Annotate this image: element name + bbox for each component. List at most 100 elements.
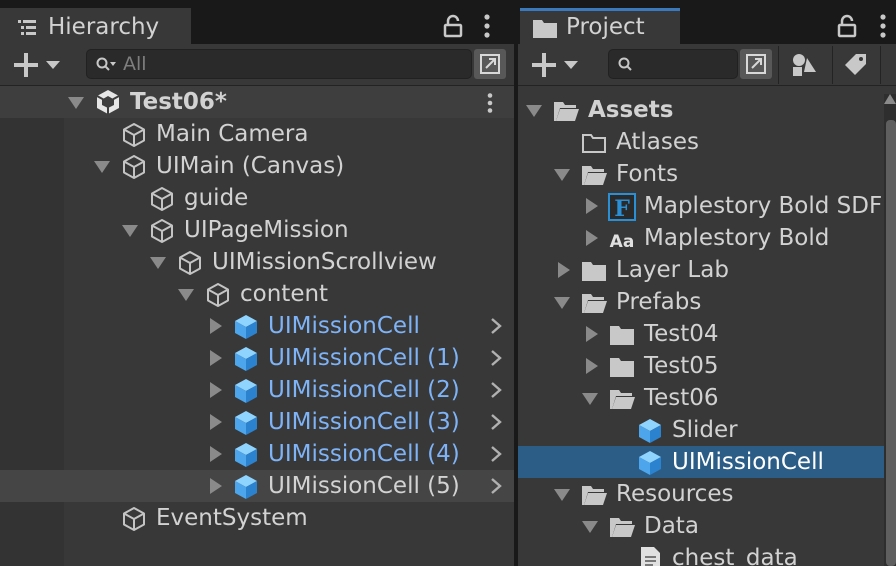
gameobject-cube-icon [123,123,145,147]
lock-icon[interactable] [836,14,858,38]
expand-arrow-icon[interactable] [68,97,84,109]
gameobject-cube-icon [151,219,173,243]
expand-arrow-right-icon[interactable] [210,414,222,430]
scroll-up-arrow-icon[interactable] [884,94,896,104]
prefab-cube-icon [235,411,257,435]
expand-arrow-down-icon[interactable] [94,161,110,173]
add-icon[interactable] [12,52,64,78]
expand-arrow-down-icon[interactable] [554,169,570,181]
expand-arrow-down-icon[interactable] [554,489,570,501]
lock-icon[interactable] [442,14,464,38]
project-item[interactable]: Slider [518,414,896,446]
hierarchy-item-label: UIMain (Canvas) [156,153,345,179]
vertical-scrollbar[interactable] [884,94,896,566]
expand-arrow-right-icon[interactable] [210,478,222,494]
scene-search-mode-button[interactable] [474,49,506,79]
expand-arrow-right-icon[interactable] [586,326,598,342]
expand-arrow-right-icon[interactable] [210,318,222,334]
project-item-label: Test04 [644,321,719,347]
open-prefab-chevron-icon[interactable] [488,443,504,465]
open-prefab-chevron-icon[interactable] [488,411,504,433]
project-item-label: Data [644,513,699,539]
hierarchy-item[interactable]: EventSystem [0,502,514,534]
folder-open-icon [554,102,579,121]
expand-arrow-down-icon[interactable] [178,289,194,301]
folder-icon [610,326,634,345]
project-item[interactable]: Resources [518,478,896,510]
expand-arrow-down-icon[interactable] [582,521,598,533]
hierarchy-search-field[interactable]: All [86,49,472,79]
open-prefab-chevron-icon[interactable] [488,315,504,337]
project-toolbar [518,44,896,86]
hierarchy-item-label: guide [184,185,249,211]
prefab-cube-icon [235,315,257,339]
hierarchy-item-label: UIMissionCell (1) [268,345,460,371]
project-item[interactable]: Data [518,510,896,542]
hierarchy-item[interactable]: content [0,278,514,310]
search-icon [618,57,632,71]
project-item[interactable]: Test05 [518,350,896,382]
open-prefab-chevron-icon[interactable] [488,475,504,497]
expand-arrow-right-icon[interactable] [586,230,598,246]
project-item[interactable]: Prefabs [518,286,896,318]
project-item-label: Test05 [644,353,719,379]
hierarchy-item[interactable]: UIMissionScrollview [0,246,514,278]
kebab-menu-icon[interactable] [480,12,494,40]
hierarchy-item[interactable]: UIMissionCell (5) [0,470,514,502]
expand-arrow-right-icon[interactable] [586,358,598,374]
project-item[interactable]: Fonts [518,158,896,190]
project-item[interactable]: Aa Maplestory Bold [518,222,896,254]
expand-arrow-down-icon[interactable] [554,297,570,309]
open-prefab-chevron-icon[interactable] [488,379,504,401]
scrollbar-thumb[interactable] [886,120,896,566]
project-tab-label: Project [566,14,645,40]
project-item[interactable]: Atlases [518,126,896,158]
kebab-menu-icon[interactable] [876,12,890,40]
hierarchy-item-label: UIMissionCell (5) [268,473,460,499]
project-item[interactable]: F Maplestory Bold SDF [518,190,896,222]
expand-arrow-down-icon[interactable] [150,257,166,269]
project-item[interactable]: Test06 [518,382,896,414]
prefab-cube-icon [235,379,257,403]
expand-arrow-down-icon[interactable] [526,105,542,117]
project-item[interactable]: chest_data [518,542,896,566]
hierarchy-item[interactable]: UIPageMission [0,214,514,246]
project-item[interactable]: UIMissionCell [518,446,896,478]
project-item[interactable]: Test04 [518,318,896,350]
expand-arrow-right-icon[interactable] [210,382,222,398]
hierarchy-item[interactable]: UIMissionCell (4) [0,438,514,470]
expand-arrow-right-icon[interactable] [586,198,598,214]
hierarchy-item[interactable]: UIMissionCell (3) [0,406,514,438]
empty-folder-icon [582,134,606,153]
scene-name: Test06* [130,89,227,115]
project-item-label: Slider [672,417,738,443]
hierarchy-item[interactable]: UIMissionCell [0,310,514,342]
hierarchy-item-label: UIMissionCell (2) [268,377,460,403]
scene-menu-icon[interactable] [484,92,496,114]
expand-arrow-right-icon[interactable] [558,262,570,278]
open-prefab-chevron-icon[interactable] [488,347,504,369]
filter-by-label-icon[interactable] [844,52,868,78]
search-scope-button[interactable] [740,49,772,79]
project-item[interactable]: Layer Lab [518,254,896,286]
hierarchy-item[interactable]: guide [0,182,514,214]
filter-by-type-icon[interactable] [790,52,818,78]
hierarchy-tab[interactable]: Hierarchy [0,8,191,44]
hierarchy-item[interactable]: UIMissionCell (1) [0,342,514,374]
hierarchy-item[interactable]: Main Camera [0,118,514,150]
hierarchy-item[interactable]: UIMain (Canvas) [0,150,514,182]
gameobject-cube-icon [151,187,173,211]
expand-arrow-down-icon[interactable] [582,393,598,405]
project-search-field[interactable] [608,49,738,79]
project-item-label: Prefabs [616,289,702,315]
project-item[interactable]: Assets [518,94,896,126]
expand-arrow-right-icon[interactable] [210,446,222,462]
expand-arrow-down-icon[interactable] [122,225,138,237]
project-tab[interactable]: Project [520,8,680,44]
expand-arrow-right-icon[interactable] [210,350,222,366]
scene-header-row[interactable]: Test06* [0,86,514,118]
text-file-icon [641,547,660,566]
hierarchy-item-label: EventSystem [156,505,308,531]
add-icon[interactable] [530,52,582,78]
hierarchy-item[interactable]: UIMissionCell (2) [0,374,514,406]
